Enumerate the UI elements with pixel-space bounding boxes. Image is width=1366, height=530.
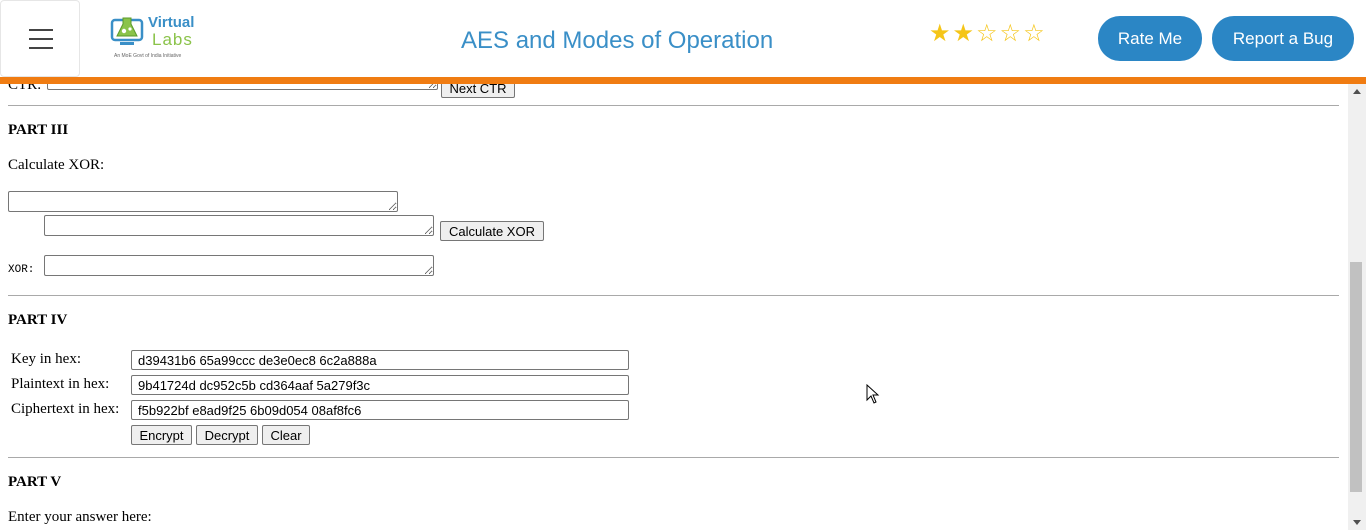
star-filled-icon[interactable]: ★ xyxy=(953,19,975,47)
part5-heading: PART V xyxy=(8,474,62,490)
scrollbar-thumb[interactable] xyxy=(1350,262,1362,492)
decrypt-button[interactable]: Decrypt xyxy=(196,425,258,445)
logo-tagline: An MoE Govt of India Initiative xyxy=(114,53,182,59)
experiment-content: CTR: Next CTR PART III Calculate XOR: Ca… xyxy=(0,84,1348,530)
ctr-label: CTR: xyxy=(8,84,42,93)
star-empty-icon[interactable]: ☆ xyxy=(976,19,998,47)
part3-heading: PART III xyxy=(8,122,69,138)
mouse-pointer-icon xyxy=(866,384,880,404)
logo-text-virtual: Virtual xyxy=(148,14,195,31)
clear-button[interactable]: Clear xyxy=(262,425,310,445)
report-bug-button[interactable]: Report a Bug xyxy=(1212,16,1354,61)
plaintext-label: Plaintext in hex: xyxy=(11,376,110,392)
hamburger-line-3 xyxy=(29,47,53,49)
divider xyxy=(8,457,1339,458)
part4-heading: PART IV xyxy=(8,312,68,328)
scroll-up-arrow-icon[interactable] xyxy=(1353,89,1361,94)
logo-text-labs: Labs xyxy=(152,30,193,49)
hamburger-line-1 xyxy=(29,29,53,31)
xor-result-field[interactable] xyxy=(44,255,434,276)
star-empty-icon[interactable]: ☆ xyxy=(1023,19,1045,47)
xor-input-1[interactable] xyxy=(8,191,398,212)
top-navbar: Virtual Labs An MoE Govt of India Initia… xyxy=(0,0,1366,77)
ctr-textarea[interactable] xyxy=(47,84,438,90)
next-ctr-button[interactable]: Next CTR xyxy=(441,84,515,98)
page-title: AES and Modes of Operation xyxy=(461,27,774,54)
header-accent-bar xyxy=(0,77,1366,84)
flask-logo-icon xyxy=(110,17,144,45)
vertical-scrollbar[interactable] xyxy=(1348,84,1366,530)
key-label: Key in hex: xyxy=(11,351,81,367)
rate-me-button[interactable]: Rate Me xyxy=(1098,16,1202,61)
virtual-labs-logo[interactable]: Virtual Labs An MoE Govt of India Initia… xyxy=(110,12,202,64)
part3-prompt: Calculate XOR: xyxy=(8,157,105,173)
divider xyxy=(8,295,1339,296)
xor-result-label: XOR: xyxy=(8,264,35,276)
key-hex-input[interactable] xyxy=(131,350,629,370)
hamburger-line-2 xyxy=(29,38,53,40)
star-empty-icon[interactable]: ☆ xyxy=(1000,19,1022,47)
divider xyxy=(8,105,1339,106)
encrypt-button[interactable]: Encrypt xyxy=(131,425,192,445)
star-rating[interactable]: ★ ★ ☆ ☆ ☆ xyxy=(929,19,1045,47)
ciphertext-hex-input[interactable] xyxy=(131,400,629,420)
xor-input-2[interactable] xyxy=(44,215,434,236)
star-filled-icon[interactable]: ★ xyxy=(929,19,951,47)
ciphertext-label: Ciphertext in hex: xyxy=(11,401,120,417)
plaintext-hex-input[interactable] xyxy=(131,375,629,395)
part5-prompt: Enter your answer here: xyxy=(8,509,152,525)
menu-button[interactable] xyxy=(0,0,80,77)
calculate-xor-button[interactable]: Calculate XOR xyxy=(440,221,544,241)
scroll-down-arrow-icon[interactable] xyxy=(1353,520,1361,525)
